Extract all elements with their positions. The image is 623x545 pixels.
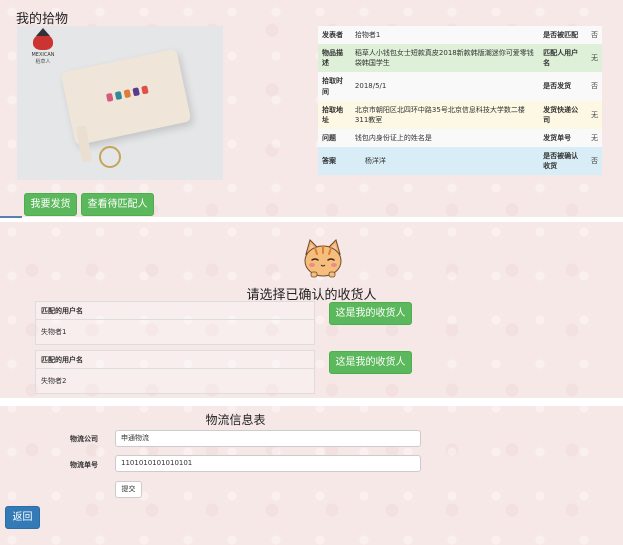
row-key: 答案: [322, 157, 336, 166]
company-label: 物流公司: [70, 435, 98, 443]
table-row: 问题 钱包内身份证上的姓名是 发货单号 无: [318, 128, 602, 148]
row-value: 拾物者1: [354, 31, 381, 39]
row-key: 物品描述: [322, 49, 343, 68]
row-key: 是否被确认收货: [543, 152, 579, 171]
page-title: 我的拾物: [16, 12, 69, 27]
row-key: 是否被匹配: [543, 31, 579, 39]
match-card: 匹配的用户名 失物者2: [35, 350, 315, 394]
cat-face-icon: [304, 239, 342, 278]
match-username: 失物者1: [41, 328, 67, 336]
product-image: MEXICAN 稻草人: [17, 26, 223, 180]
row-key: 发货快递公司: [543, 105, 579, 124]
row-key: 匹配人用户名: [543, 49, 579, 68]
company-field[interactable]: 申通物流: [115, 430, 421, 447]
section-divider: [0, 398, 623, 406]
row-value: 否: [590, 31, 598, 39]
submit-button[interactable]: 提交: [115, 481, 142, 498]
divider-accent: [0, 216, 22, 218]
row-value: 北京市朝阳区北四环中路35号北京信息科技大学数二楼311教室: [354, 105, 525, 124]
row-value: 否: [590, 157, 598, 166]
confirm-receiver-button[interactable]: 这是我的收货人: [329, 351, 412, 374]
row-value: 无: [590, 110, 598, 119]
table-row: 拾取时间 2018/5/1 是否发货 否: [318, 72, 602, 101]
row-value: 否: [590, 82, 598, 91]
match-username: 失物者2: [41, 377, 67, 385]
ship-button[interactable]: 我要发货: [24, 193, 77, 216]
row-value: 钱包内身份证上的姓名是: [354, 133, 432, 142]
view-matches-button[interactable]: 查看待匹配人: [81, 193, 154, 216]
row-key: 拾取地址: [322, 105, 343, 124]
row-key: 发货单号: [543, 133, 572, 142]
table-row: 物品描述 稻草人小钱包女士短款真皮2018新款韩版潮迷你可爱零钱袋韩国学生 匹配…: [318, 44, 602, 73]
item-info-table: 发表者 拾物者1 是否被匹配 否 物品描述 稻草人小钱包女士短款真皮2018新款…: [318, 26, 602, 176]
brand-name-cn: 稻草人: [35, 59, 51, 65]
match-header: 匹配的用户名: [36, 351, 314, 369]
row-value: 无: [590, 54, 598, 63]
row-value: 杨洋洋: [364, 157, 386, 166]
row-value: 稻草人小钱包女士短款真皮2018新款韩版潮迷你可爱零钱袋韩国学生: [354, 49, 534, 68]
row-key: 拾取时间: [322, 77, 343, 96]
table-row: 拾取地址 北京市朝阳区北四环中路35号北京信息科技大学数二楼311教室 发货快递…: [318, 100, 602, 129]
row-key: 问题: [322, 133, 336, 142]
section-divider: [0, 217, 623, 222]
row-key: 是否发货: [543, 82, 572, 91]
match-card: 匹配的用户名 失物者1: [35, 301, 315, 345]
row-value: 无: [590, 133, 598, 142]
back-button[interactable]: 返回: [5, 506, 40, 529]
tracking-number-label: 物流单号: [70, 461, 98, 469]
row-value: 2018/5/1: [354, 82, 387, 91]
brand-logo-icon: MEXICAN 稻草人: [25, 28, 61, 65]
table-row: 答案 杨洋洋 是否被确认收货 否: [318, 147, 602, 176]
confirm-receiver-button[interactable]: 这是我的收货人: [329, 302, 412, 325]
table-row: 发表者 拾物者1 是否被匹配 否: [318, 26, 602, 45]
tracking-number-field[interactable]: 1101010101010101: [115, 455, 421, 472]
logistics-title: 物流信息表: [205, 413, 266, 427]
row-key: 发表者: [322, 31, 343, 39]
match-header: 匹配的用户名: [36, 302, 314, 320]
wallet-ring: [99, 146, 121, 168]
